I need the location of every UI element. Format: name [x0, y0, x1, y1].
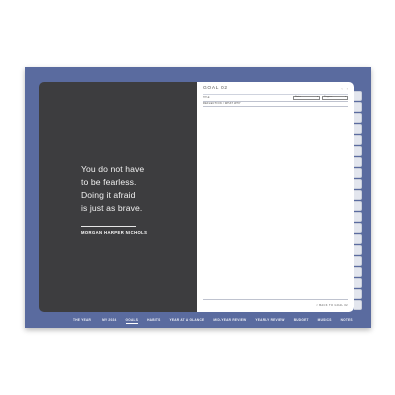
- side-tab[interactable]: [354, 288, 362, 300]
- side-tab[interactable]: [354, 145, 362, 157]
- side-tab[interactable]: [354, 189, 362, 201]
- back-to-goal-link[interactable]: < BACK TO GOAL 02: [316, 304, 348, 307]
- page-nav-arrows: ‹ ›: [341, 86, 348, 91]
- chevron-down-icon: ▾: [316, 95, 318, 98]
- quote-line: to be fearless.: [81, 177, 137, 187]
- nav-item[interactable]: GOALS: [125, 318, 139, 324]
- nav-item[interactable]: MID-YEAR REVIEW: [213, 318, 246, 324]
- progress-dropdown-label: Progress: [324, 95, 333, 98]
- quote-author: MORGAN HARPER NICHOLS: [81, 230, 148, 235]
- quote-line: is just as brave.: [81, 203, 143, 213]
- side-tab[interactable]: [354, 244, 362, 256]
- chevron-down-icon: ▾: [344, 95, 346, 98]
- nav-item[interactable]: YEAR AT A GLANCE: [169, 318, 204, 324]
- status-dropdown[interactable]: Status ▾: [293, 95, 320, 100]
- nav-item[interactable]: MUSICS: [318, 318, 332, 324]
- side-tab[interactable]: [354, 277, 362, 289]
- prev-page-icon[interactable]: ‹: [341, 86, 342, 91]
- progress-dropdown[interactable]: Progress ▾: [322, 95, 348, 100]
- nav-item[interactable]: YEARLY REVIEW: [255, 318, 284, 324]
- divider: [203, 299, 348, 300]
- divider: [203, 100, 348, 102]
- title-field-label[interactable]: TITLE: [203, 96, 210, 99]
- divider: [203, 105, 348, 107]
- side-tab[interactable]: [354, 299, 362, 311]
- quote-line: You do not have: [81, 164, 145, 174]
- side-tab[interactable]: [354, 233, 362, 245]
- nav-item[interactable]: MY 2024: [102, 318, 116, 324]
- side-tab[interactable]: [354, 222, 362, 234]
- side-tab[interactable]: [354, 134, 362, 146]
- side-tab[interactable]: [354, 112, 362, 124]
- status-dropdown-label: Status: [295, 95, 301, 98]
- side-tab[interactable]: [354, 101, 362, 113]
- quote-panel: You do not have to be fearless. Doing it…: [39, 82, 197, 312]
- side-tab[interactable]: [354, 123, 362, 135]
- side-tab[interactable]: [354, 167, 362, 179]
- next-page-icon[interactable]: ›: [347, 86, 348, 91]
- nav-item[interactable]: HABITS: [147, 318, 160, 324]
- page-title: GOAL 02: [203, 86, 228, 91]
- side-tab[interactable]: [354, 200, 362, 212]
- side-tab[interactable]: [354, 156, 362, 168]
- quote-line: Doing it afraid: [81, 190, 136, 200]
- side-tab[interactable]: [354, 178, 362, 190]
- side-tab[interactable]: [354, 211, 362, 223]
- bottom-nav: THE YEAR MY 2024 GOALS HABITS YEAR AT A GLAN…: [73, 318, 353, 324]
- side-tab[interactable]: [354, 91, 362, 102]
- goal-page: GOAL 02 ‹ › TITLE Status ▾ Progress ▾ RE…: [197, 82, 354, 312]
- nav-item[interactable]: BUDGET: [294, 318, 309, 324]
- quote-text: You do not have to be fearless. Doing it…: [81, 163, 191, 215]
- nav-item[interactable]: THE YEAR: [73, 318, 91, 324]
- side-tab[interactable]: [354, 266, 362, 278]
- quote-divider: [81, 226, 136, 227]
- side-tab[interactable]: [354, 255, 362, 267]
- nav-item[interactable]: NOTES: [341, 318, 353, 324]
- side-tab-strip: [354, 91, 363, 311]
